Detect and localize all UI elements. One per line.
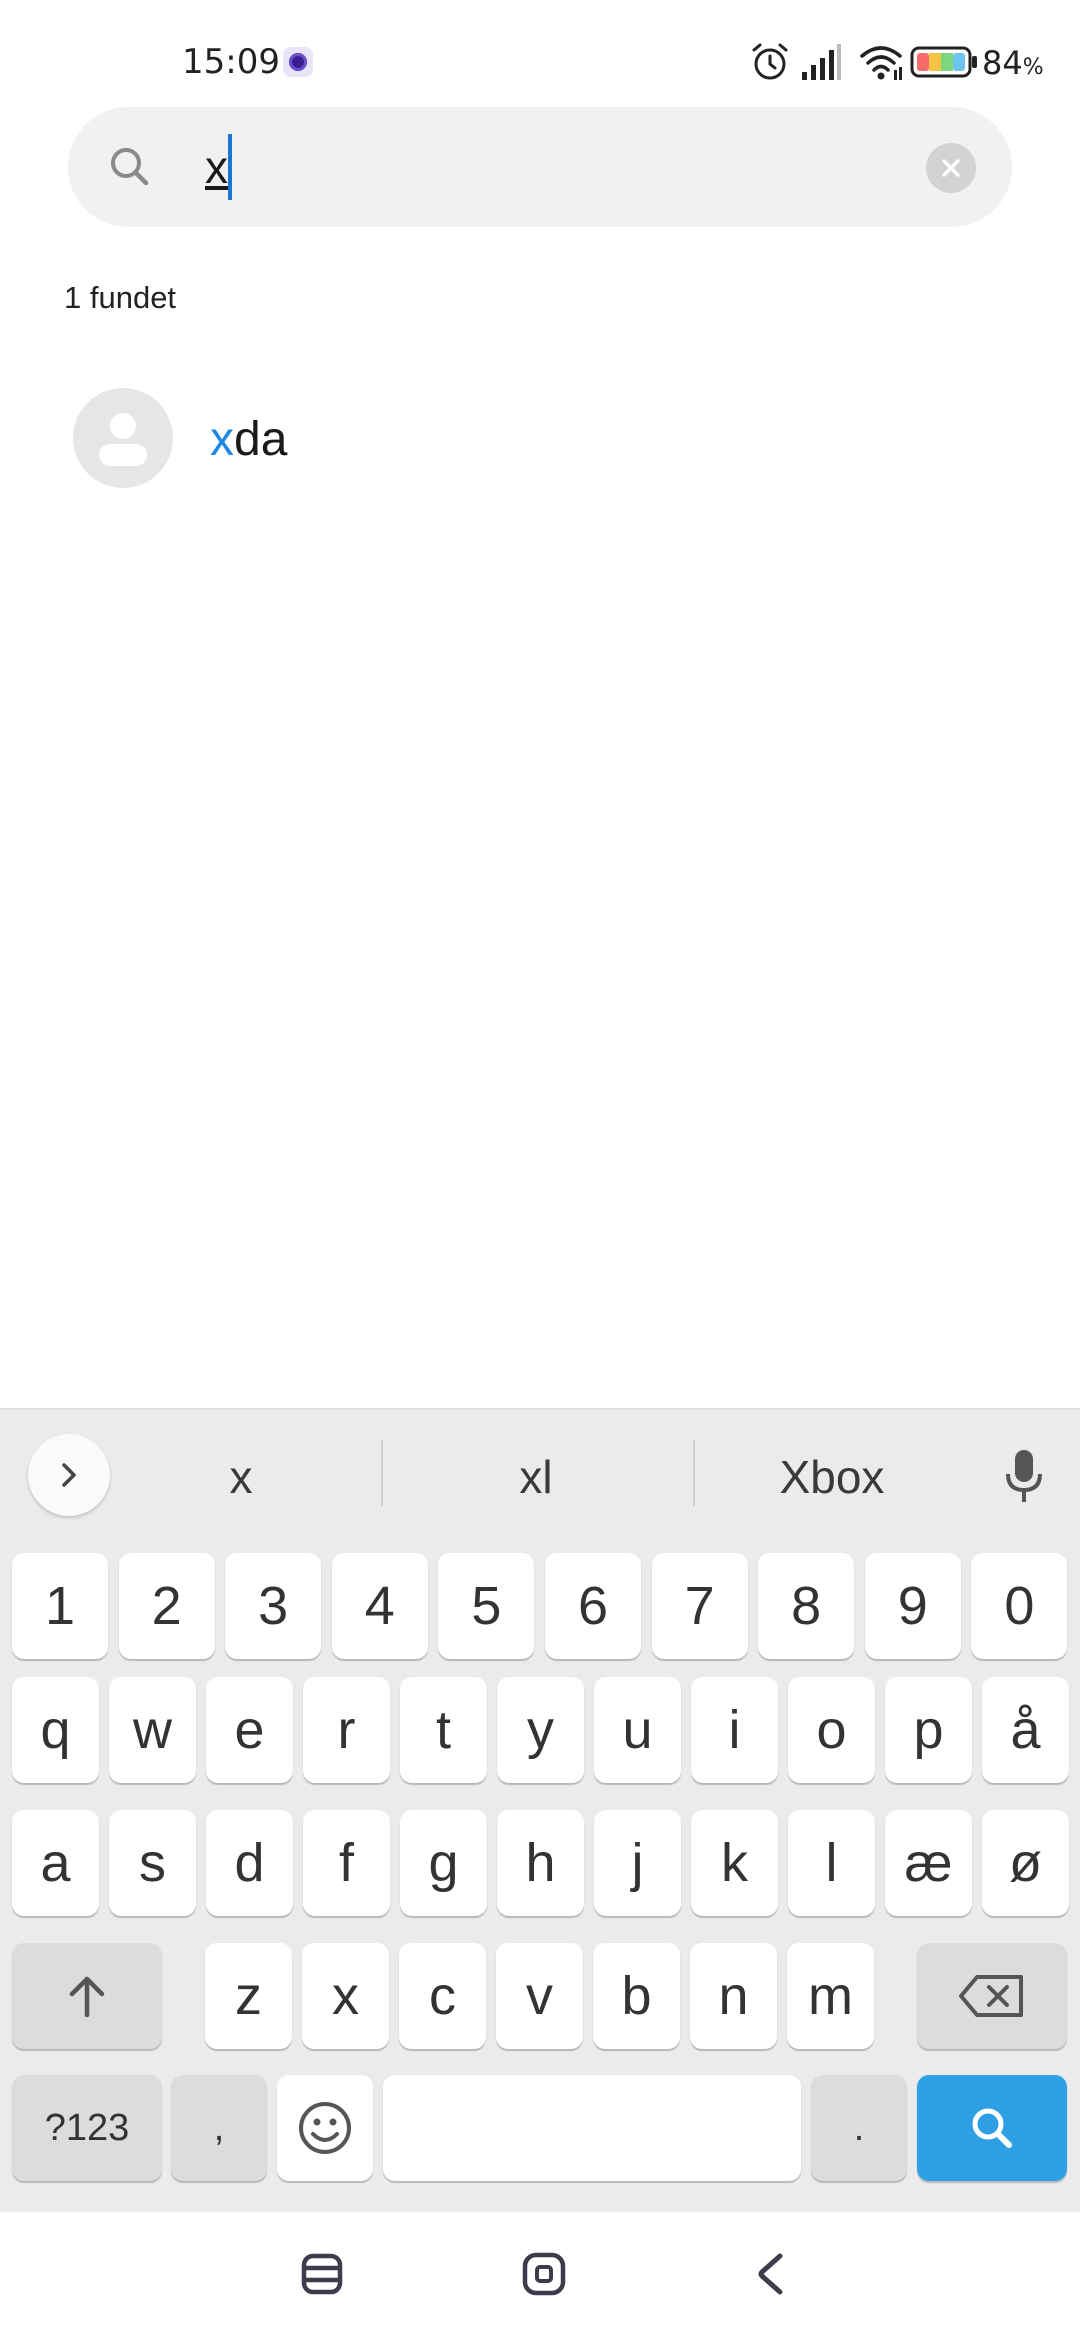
status-bar: 15:09 84%: [0, 0, 1080, 110]
keyboard: x xl Xbox ?123 , . 1 2 3 4 5 6 7 8 9 0 q…: [0, 1408, 1080, 2210]
emoji-icon: [299, 2102, 351, 2154]
key-row1-6[interactable]: u: [594, 1677, 681, 1783]
arrow-up-icon: [69, 1976, 105, 2018]
battery-percentage: 84%: [982, 44, 1044, 82]
key-row2-4[interactable]: g: [400, 1810, 487, 1916]
comma-key[interactable]: ,: [171, 2075, 267, 2181]
key-number_row-1[interactable]: 2: [118, 1553, 215, 1659]
key-row1-2[interactable]: e: [206, 1677, 293, 1783]
navigation-bar: [0, 2210, 1080, 2340]
key-row1-10[interactable]: å: [982, 1677, 1069, 1783]
clear-search-button[interactable]: [926, 143, 976, 193]
search-submit-key[interactable]: [917, 2075, 1067, 2181]
key-row1-5[interactable]: y: [497, 1677, 584, 1783]
battery-value: 84: [982, 44, 1023, 82]
notification-app-icon: [283, 47, 313, 77]
contact-name: xda: [210, 412, 287, 467]
battery-icon: [910, 46, 977, 78]
symbols-key[interactable]: ?123: [12, 2075, 162, 2181]
key-row2-10[interactable]: ø: [982, 1810, 1069, 1916]
key-number_row-3[interactable]: 4: [331, 1553, 428, 1659]
key-row3-4[interactable]: b: [593, 1943, 680, 2049]
text-cursor: [228, 134, 232, 200]
key-row1-7[interactable]: i: [691, 1677, 778, 1783]
home-icon[interactable]: [520, 2250, 568, 2298]
key-row3-5[interactable]: n: [690, 1943, 777, 2049]
key-row1-0[interactable]: q: [12, 1677, 99, 1783]
contact-result-row[interactable]: xda: [0, 370, 1080, 510]
suggestion-3[interactable]: Xbox: [712, 1450, 952, 1504]
suggestion-strip: x xl Xbox: [0, 1410, 1080, 1540]
key-row2-1[interactable]: s: [109, 1810, 196, 1916]
contact-name-rest: da: [234, 413, 288, 466]
key-row2-7[interactable]: k: [691, 1810, 778, 1916]
search-bar[interactable]: x: [68, 107, 1012, 227]
key-row1-9[interactable]: p: [885, 1677, 972, 1783]
backspace-icon: [959, 1975, 1023, 2017]
key-number_row-8[interactable]: 9: [864, 1553, 961, 1659]
key-row2-2[interactable]: d: [206, 1810, 293, 1916]
back-icon[interactable]: [748, 2250, 796, 2298]
key-number_row-6[interactable]: 7: [651, 1553, 748, 1659]
key-row1-4[interactable]: t: [400, 1677, 487, 1783]
key-number_row-9[interactable]: 0: [971, 1553, 1068, 1659]
recent-apps-icon[interactable]: [298, 2250, 346, 2298]
close-icon: [942, 159, 960, 177]
key-number_row-5[interactable]: 6: [545, 1553, 641, 1659]
key-number_row-0[interactable]: 1: [12, 1553, 108, 1659]
suggestion-divider: [381, 1440, 383, 1506]
status-time: 15:09: [182, 42, 280, 82]
battery-unit: %: [1022, 55, 1044, 80]
key-row2-9[interactable]: æ: [885, 1810, 972, 1916]
suggestion-2[interactable]: xl: [416, 1450, 656, 1504]
key-row3-2[interactable]: c: [399, 1943, 486, 2049]
search-query-text[interactable]: x: [205, 137, 228, 197]
results-count: 1 fundet: [64, 280, 177, 315]
key-number_row-2[interactable]: 3: [225, 1553, 322, 1659]
signal-icon: [802, 44, 841, 80]
key-row1-3[interactable]: r: [303, 1677, 390, 1783]
wifi-icon: [860, 46, 902, 80]
chevron-right-icon: [62, 1463, 76, 1487]
backspace-key[interactable]: [917, 1943, 1067, 2049]
key-row3-3[interactable]: v: [496, 1943, 583, 2049]
microphone-icon[interactable]: [1000, 1446, 1048, 1506]
shift-key[interactable]: [12, 1943, 162, 2049]
key-row2-0[interactable]: a: [12, 1810, 99, 1916]
key-number_row-4[interactable]: 5: [438, 1553, 535, 1659]
contact-name-match: x: [210, 413, 234, 466]
suggestion-1[interactable]: x: [121, 1450, 361, 1504]
emoji-key[interactable]: [277, 2075, 373, 2181]
key-row1-1[interactable]: w: [109, 1677, 196, 1783]
alarm-icon: [752, 43, 788, 80]
key-row1-8[interactable]: o: [788, 1677, 875, 1783]
key-number_row-7[interactable]: 8: [758, 1553, 855, 1659]
key-row2-6[interactable]: j: [594, 1810, 681, 1916]
avatar: [73, 388, 173, 488]
key-row2-8[interactable]: l: [788, 1810, 875, 1916]
space-key[interactable]: [383, 2075, 801, 2181]
key-row3-0[interactable]: z: [205, 1943, 292, 2049]
keyboard-toolbar-expand-button[interactable]: [28, 1434, 110, 1516]
suggestion-divider: [693, 1440, 695, 1506]
key-row3-6[interactable]: m: [787, 1943, 874, 2049]
period-key[interactable]: .: [811, 2075, 907, 2181]
search-icon: [111, 148, 149, 186]
person-icon: [99, 413, 147, 466]
key-row2-5[interactable]: h: [497, 1810, 584, 1916]
search-icon: [972, 2108, 1012, 2148]
key-row3-1[interactable]: x: [302, 1943, 389, 2049]
key-row2-3[interactable]: f: [303, 1810, 390, 1916]
